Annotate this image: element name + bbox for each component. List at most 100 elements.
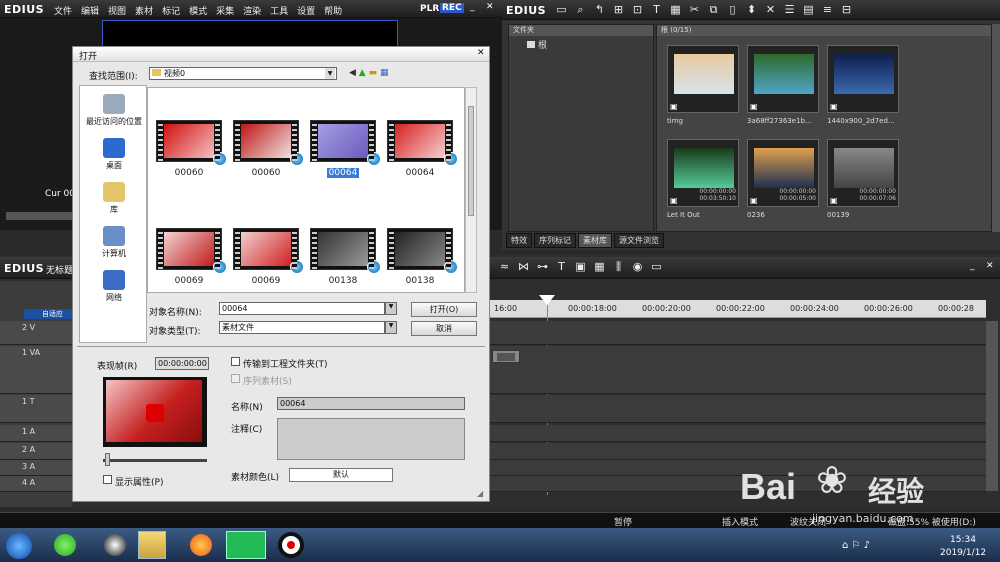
color-bar-icon[interactable]: ▦ — [669, 4, 682, 16]
up-folder-icon[interactable]: ▲ — [359, 68, 366, 78]
place-item[interactable]: 最近访问的位置 — [80, 94, 148, 127]
track-header[interactable]: 2 A — [0, 443, 72, 459]
file-name[interactable]: 00064 — [310, 168, 376, 178]
title-tool-icon[interactable]: T — [555, 261, 568, 273]
copy-icon[interactable]: ⧉ — [707, 4, 720, 16]
menu-item[interactable]: 工具 — [270, 7, 288, 17]
bin-tab[interactable]: 特效 — [506, 233, 532, 248]
file-name[interactable]: 00069 — [233, 276, 299, 286]
delete-icon[interactable]: ✕ — [764, 4, 777, 16]
file-list-scrollbar[interactable] — [465, 87, 477, 293]
place-item[interactable]: 网络 — [80, 270, 148, 303]
new-folder-icon[interactable]: ▬ — [369, 68, 378, 78]
playhead-marker[interactable] — [539, 295, 555, 305]
folder-root[interactable]: 根 — [509, 36, 653, 51]
clock-date[interactable]: 2019/1/12 — [940, 548, 986, 558]
menu-item[interactable]: 设置 — [297, 7, 315, 17]
file-name[interactable]: 00060 — [156, 168, 222, 178]
menu-item[interactable]: 标记 — [162, 7, 180, 17]
layout-icon[interactable]: ▭ — [650, 261, 663, 273]
time-ruler[interactable]: 16:00 00:00:18:00 00:00:20:00 00:00:22:00 00… — [490, 300, 986, 318]
track-header[interactable]: 4 A — [0, 476, 72, 491]
clip-thumbnail[interactable]: ▣ 00:00:00:00 00:00:07:06 — [827, 139, 899, 207]
frame-timecode[interactable]: 00:00:00:00 — [155, 357, 209, 370]
menu-item[interactable]: 文件 — [54, 7, 72, 17]
start-button[interactable] — [6, 533, 32, 559]
browser-360-icon[interactable] — [54, 534, 76, 556]
file-name[interactable]: 00138 — [387, 276, 453, 286]
back-icon[interactable]: ◀ — [349, 68, 356, 78]
clip-thumbnail[interactable]: ▣ — [827, 45, 899, 113]
render-icon[interactable]: ▣ — [574, 261, 587, 273]
up-icon[interactable]: ↰ — [593, 4, 606, 16]
cut-icon[interactable]: ✂ — [688, 4, 701, 16]
bin-tab[interactable]: 序列标记 — [534, 233, 576, 248]
tray-icons[interactable]: ⌂ ⚐ ♪ — [842, 540, 870, 551]
sequence-checkbox[interactable] — [231, 374, 240, 383]
close-icon[interactable]: ✕ — [486, 2, 494, 12]
transfer-checkbox[interactable] — [231, 357, 240, 366]
open-icon[interactable]: ⊡ — [631, 4, 644, 16]
marker-icon[interactable]: ◉ — [631, 261, 644, 273]
bin-settings-icon[interactable]: ⊟ — [840, 4, 853, 16]
clip-thumbnail[interactable]: ▣ 00:00:00:00 00:03:50:10 — [667, 139, 739, 207]
lookin-select[interactable]: 视频0 ▼ — [149, 67, 337, 80]
file-thumbnail[interactable] — [156, 228, 227, 274]
edius-task-icon[interactable] — [226, 531, 266, 559]
explorer-icon[interactable] — [138, 531, 166, 559]
preview-slider[interactable] — [103, 459, 207, 462]
comment-textarea[interactable] — [277, 418, 465, 460]
track-header[interactable]: 1 A — [0, 425, 72, 441]
list-icon[interactable]: ≡ — [821, 4, 834, 16]
bin-scrollbar[interactable] — [992, 24, 1000, 232]
grid-icon[interactable]: ▦ — [593, 261, 606, 273]
ripple-icon[interactable]: ≈ — [498, 261, 511, 273]
paste-icon[interactable]: ▯ — [726, 4, 739, 16]
file-name[interactable]: 00138 — [310, 276, 376, 286]
clock-time[interactable]: 15:34 — [950, 535, 976, 545]
link-icon[interactable]: ⊶ — [536, 261, 549, 273]
name-input[interactable]: 00064 — [277, 397, 465, 410]
file-name[interactable]: 00069 — [156, 276, 222, 286]
clip-block[interactable] — [492, 350, 520, 363]
file-thumbnail[interactable] — [387, 120, 458, 166]
menu-item[interactable]: 模式 — [189, 7, 207, 17]
timeline-close-icon[interactable]: ✕ — [986, 261, 994, 271]
add-timeline-icon[interactable]: ⬍ — [745, 4, 758, 16]
menu-item[interactable]: 帮助 — [324, 7, 342, 17]
record-icon[interactable] — [278, 532, 304, 558]
file-thumbnail[interactable] — [233, 228, 304, 274]
menu-item[interactable]: 渲染 — [243, 7, 261, 17]
file-thumbnail[interactable] — [310, 228, 381, 274]
file-name[interactable]: 00060 — [233, 168, 299, 178]
menu-item[interactable]: 采集 — [216, 7, 234, 17]
menu-item[interactable]: 编辑 — [81, 7, 99, 17]
qq-icon[interactable] — [104, 534, 126, 556]
view-icon[interactable]: ▤ — [802, 4, 815, 16]
properties-icon[interactable]: ☰ — [783, 4, 796, 16]
split-icon[interactable]: ⋈ — [517, 261, 530, 273]
add-clip-icon[interactable]: ⊞ — [612, 4, 625, 16]
file-name[interactable]: 00064 — [387, 168, 453, 178]
filename-input[interactable]: 00064 — [219, 302, 385, 315]
track-header[interactable]: 2 V — [0, 321, 72, 344]
place-item[interactable]: 桌面 — [80, 138, 148, 171]
player-slider[interactable] — [6, 212, 72, 220]
cancel-button[interactable]: 取消 — [411, 321, 477, 336]
view-menu-icon[interactable]: ▦ — [380, 68, 389, 78]
track-header[interactable]: 3 A — [0, 460, 72, 475]
timeline-minimize-icon[interactable]: _ — [970, 261, 975, 271]
bin-tab[interactable]: 源文件浏览 — [614, 233, 664, 248]
file-thumbnail[interactable] — [156, 120, 227, 166]
folder-icon[interactable]: ▭ — [555, 4, 568, 16]
show-props-checkbox[interactable] — [103, 475, 112, 484]
place-item[interactable]: 库 — [80, 182, 148, 215]
firefox-icon[interactable] — [190, 534, 212, 556]
file-thumbnail[interactable] — [310, 120, 381, 166]
scrollbar-thumb[interactable] — [468, 106, 474, 216]
title-icon[interactable]: T — [650, 4, 663, 16]
timeline-scrollbar[interactable] — [986, 321, 998, 491]
open-button[interactable]: 打开(O) — [411, 302, 477, 317]
menu-item[interactable]: 素材 — [135, 7, 153, 17]
track-header[interactable]: 1 T — [0, 395, 72, 422]
